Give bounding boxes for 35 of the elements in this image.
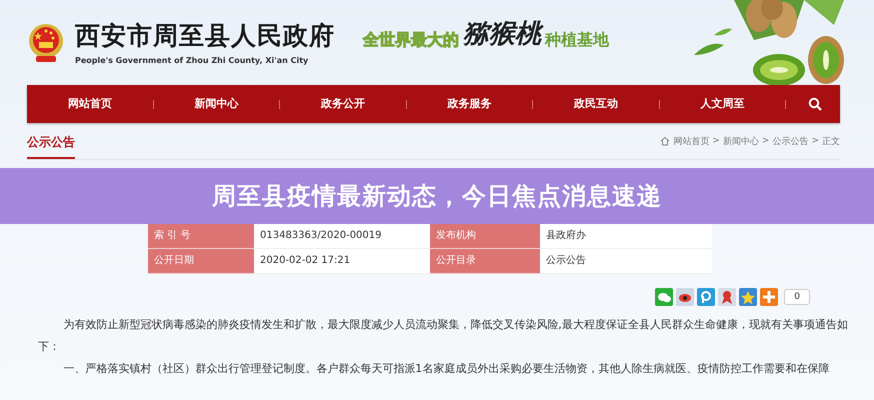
nav-item[interactable]: 政务服务 xyxy=(406,85,532,123)
article-paragraph: 一、严格落实镇村（社区）群众出行管理登记制度。各户群众每天可指派1名家庭成员外出采购必要生活物资，其他人除生病就医、疫情防控工作需要和在保障 xyxy=(62,361,830,377)
breadcrumb-separator: > xyxy=(811,136,819,146)
site-title: 西安市周至县人民政府 xyxy=(75,20,335,50)
eye-icon[interactable] xyxy=(676,288,694,306)
nav-item[interactable]: 网站首页 xyxy=(27,85,152,123)
headline-text: 周至县疫情最新动态，今日焦点消息速递 xyxy=(212,181,662,212)
slogan-lead: 全世界最大的 xyxy=(363,30,459,51)
breadcrumb-link[interactable]: 公示公告 xyxy=(772,134,808,148)
info-label: 公开目录 xyxy=(430,249,540,274)
emblem-icon xyxy=(27,22,65,64)
breadcrumb-link[interactable]: 网站首页 xyxy=(673,134,710,148)
site-subtitle: People's Government of Zhou Zhi County, Xi'an City xyxy=(75,56,310,64)
breadcrumb-separator: > xyxy=(762,136,770,146)
info-value: 县政府办 xyxy=(540,224,712,249)
info-label: 公开日期 xyxy=(148,249,254,274)
article-paragraph: 为有效防止新型冠状病毒感染的肺炎疫情发生和扩散，最大限度减少人员流动聚集，降低交叉传染风险,最大程度保证全县人民群众生命健康，现就有关事项通告如下： xyxy=(38,317,849,355)
ribbon-icon[interactable] xyxy=(718,288,736,306)
share-count: 0 xyxy=(784,289,810,305)
section-title: 公示公告 xyxy=(27,126,75,159)
nav-item[interactable]: 新闻中心 xyxy=(154,85,279,123)
star-icon[interactable] xyxy=(739,288,758,306)
slogan-tail: 种植基地 xyxy=(545,30,609,51)
breadcrumb-link[interactable]: 正文 xyxy=(822,134,840,148)
nav-item[interactable]: 政民互动 xyxy=(533,85,658,123)
breadcrumb-link[interactable]: 新闻中心 xyxy=(722,134,759,148)
home-icon xyxy=(660,136,670,146)
info-value: 公示公告 xyxy=(540,249,712,274)
info-label: 索 引 号 xyxy=(148,224,254,249)
nav-item[interactable]: 人文周至 xyxy=(660,85,785,123)
info-label: 发布机构 xyxy=(430,224,540,249)
breadcrumb-separator: > xyxy=(712,136,720,146)
nav-item[interactable]: 政务公开 xyxy=(280,85,406,123)
search-icon[interactable] xyxy=(808,97,822,111)
plus-icon[interactable] xyxy=(760,288,778,306)
